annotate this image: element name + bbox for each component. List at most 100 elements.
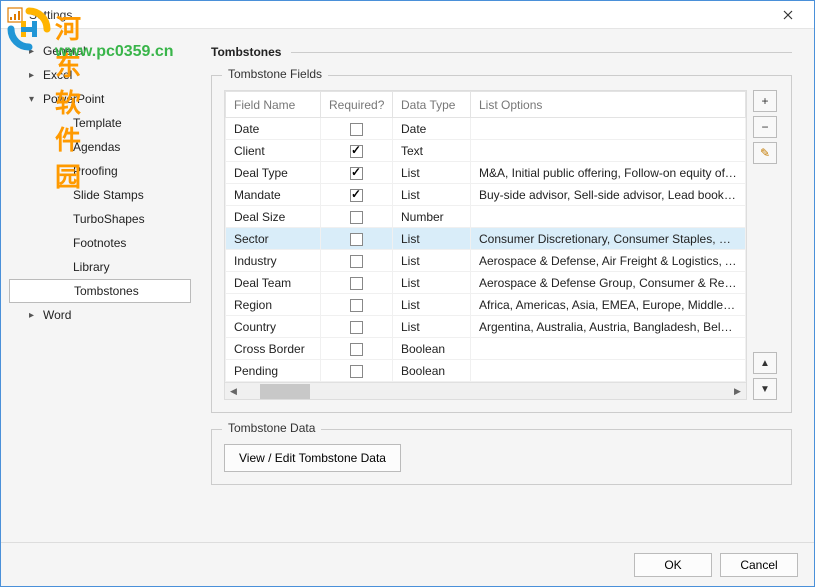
cell-list-options[interactable]: Africa, Americas, Asia, EMEA, Europe, Mi… — [471, 294, 746, 316]
th-list-options[interactable]: List Options — [471, 92, 746, 118]
cell-required[interactable] — [321, 206, 393, 228]
cell-list-options[interactable] — [471, 338, 746, 360]
table-row[interactable]: Sector ListConsumer Discretionary, Consum… — [226, 228, 746, 250]
cell-data-type[interactable]: Text — [393, 140, 471, 162]
cell-list-options[interactable]: Aerospace & Defense Group, Consumer & Re… — [471, 272, 746, 294]
cell-required[interactable] — [321, 338, 393, 360]
cell-required[interactable] — [321, 316, 393, 338]
cell-required[interactable] — [321, 140, 393, 162]
cell-field-name[interactable]: Cross Border — [226, 338, 321, 360]
checkbox-icon[interactable] — [350, 189, 363, 202]
cell-list-options[interactable]: Buy-side advisor, Sell-side advisor, Lea… — [471, 184, 746, 206]
checkbox-icon[interactable] — [350, 123, 363, 136]
cell-data-type[interactable]: List — [393, 250, 471, 272]
cell-data-type[interactable]: List — [393, 316, 471, 338]
tree-item-excel[interactable]: ▸Excel — [9, 63, 201, 87]
cell-required[interactable] — [321, 184, 393, 206]
table-row[interactable]: Deal Size Number — [226, 206, 746, 228]
tree-item-turboshapes[interactable]: TurboShapes — [9, 207, 201, 231]
table-row[interactable]: Industry ListAerospace & Defense, Air Fre… — [226, 250, 746, 272]
checkbox-icon[interactable] — [350, 277, 363, 290]
cell-list-options[interactable]: Aerospace & Defense, Air Freight & Logis… — [471, 250, 746, 272]
add-row-button[interactable]: + — [753, 90, 777, 112]
table-row[interactable]: Deal Team ListAerospace & Defense Group, … — [226, 272, 746, 294]
scroll-thumb[interactable] — [260, 384, 310, 399]
view-edit-data-button[interactable]: View / Edit Tombstone Data — [224, 444, 401, 472]
checkbox-icon[interactable] — [350, 255, 363, 268]
cell-required[interactable] — [321, 360, 393, 382]
tree-item-general[interactable]: ▸General — [9, 39, 201, 63]
cell-list-options[interactable]: Consumer Discretionary, Consumer Staples… — [471, 228, 746, 250]
move-up-button[interactable]: ▲ — [753, 352, 777, 374]
checkbox-icon[interactable] — [350, 211, 363, 224]
table-row[interactable]: Mandate ListBuy-side advisor, Sell-side a… — [226, 184, 746, 206]
table-row[interactable]: Date Date — [226, 118, 746, 140]
checkbox-icon[interactable] — [350, 145, 363, 158]
cell-data-type[interactable]: List — [393, 228, 471, 250]
table-row[interactable]: Pending Boolean — [226, 360, 746, 382]
cell-required[interactable] — [321, 250, 393, 272]
cell-data-type[interactable]: Number — [393, 206, 471, 228]
cell-list-options[interactable] — [471, 140, 746, 162]
cell-field-name[interactable]: Sector — [226, 228, 321, 250]
table-row[interactable]: Deal Type ListM&A, Initial public offerin… — [226, 162, 746, 184]
th-data-type[interactable]: Data Type — [393, 92, 471, 118]
cell-field-name[interactable]: Date — [226, 118, 321, 140]
checkbox-icon[interactable] — [350, 233, 363, 246]
tree-item-proofing[interactable]: Proofing — [9, 159, 201, 183]
cell-data-type[interactable]: List — [393, 272, 471, 294]
tree-item-tombstones[interactable]: Tombstones — [9, 279, 191, 303]
cell-field-name[interactable]: Mandate — [226, 184, 321, 206]
remove-row-button[interactable]: − — [753, 116, 777, 138]
scroll-right-icon[interactable]: ▶ — [729, 383, 746, 400]
table-row[interactable]: Client Text — [226, 140, 746, 162]
cancel-button[interactable]: Cancel — [720, 553, 798, 577]
cell-list-options[interactable] — [471, 118, 746, 140]
cell-field-name[interactable]: Deal Size — [226, 206, 321, 228]
cell-required[interactable] — [321, 228, 393, 250]
table-row[interactable]: Country ListArgentina, Australia, Austria… — [226, 316, 746, 338]
checkbox-icon[interactable] — [350, 167, 363, 180]
scroll-left-icon[interactable]: ◀ — [225, 383, 242, 400]
cell-data-type[interactable]: List — [393, 162, 471, 184]
cell-field-name[interactable]: Deal Team — [226, 272, 321, 294]
cell-field-name[interactable]: Deal Type — [226, 162, 321, 184]
cell-field-name[interactable]: Industry — [226, 250, 321, 272]
th-required[interactable]: Required? — [321, 92, 393, 118]
cell-field-name[interactable]: Region — [226, 294, 321, 316]
cell-required[interactable] — [321, 118, 393, 140]
cell-field-name[interactable]: Country — [226, 316, 321, 338]
move-down-button[interactable]: ▼ — [753, 378, 777, 400]
cell-data-type[interactable]: List — [393, 294, 471, 316]
close-button[interactable] — [768, 1, 808, 29]
cell-data-type[interactable]: Date — [393, 118, 471, 140]
checkbox-icon[interactable] — [350, 299, 363, 312]
checkbox-icon[interactable] — [350, 365, 363, 378]
tree-item-library[interactable]: Library — [9, 255, 201, 279]
table-row[interactable]: Cross Border Boolean — [226, 338, 746, 360]
tree-item-agendas[interactable]: Agendas — [9, 135, 201, 159]
cell-data-type[interactable]: List — [393, 184, 471, 206]
cell-field-name[interactable]: Client — [226, 140, 321, 162]
cell-list-options[interactable] — [471, 360, 746, 382]
table-row[interactable]: Region ListAfrica, Americas, Asia, EMEA, … — [226, 294, 746, 316]
tree-item-footnotes[interactable]: Footnotes — [9, 231, 201, 255]
cell-data-type[interactable]: Boolean — [393, 338, 471, 360]
tree-item-template[interactable]: Template — [9, 111, 201, 135]
horizontal-scrollbar[interactable]: ◀ ▶ — [225, 382, 746, 399]
checkbox-icon[interactable] — [350, 321, 363, 334]
cell-required[interactable] — [321, 162, 393, 184]
cell-list-options[interactable]: Argentina, Australia, Austria, Banglades… — [471, 316, 746, 338]
ok-button[interactable]: OK — [634, 553, 712, 577]
cell-required[interactable] — [321, 294, 393, 316]
checkbox-icon[interactable] — [350, 343, 363, 356]
cell-data-type[interactable]: Boolean — [393, 360, 471, 382]
th-field-name[interactable]: Field Name — [226, 92, 321, 118]
edit-row-button[interactable]: ✎ — [753, 142, 777, 164]
cell-field-name[interactable]: Pending — [226, 360, 321, 382]
cell-list-options[interactable]: M&A, Initial public offering, Follow-on … — [471, 162, 746, 184]
tree-item-powerpoint[interactable]: ▾PowerPoint — [9, 87, 201, 111]
cell-list-options[interactable] — [471, 206, 746, 228]
tree-item-slide-stamps[interactable]: Slide Stamps — [9, 183, 201, 207]
fields-table[interactable]: Field Name Required? Data Type List Opti… — [225, 91, 746, 382]
